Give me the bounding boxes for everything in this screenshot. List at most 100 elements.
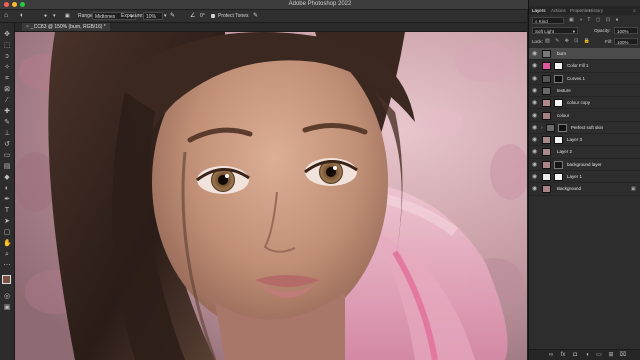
layer-row-perfect-soft-skin[interactable]: ◉ › Perfect soft skin [529, 122, 640, 135]
eraser-tool-icon[interactable]: ▭ [3, 152, 11, 160]
visibility-eye-icon[interactable]: ◉ [532, 100, 538, 106]
more-tools-icon[interactable]: ⋯ [3, 262, 11, 270]
chevron-down-icon: ▾ [572, 29, 575, 34]
dodge-tool-icon[interactable]: ◐ [3, 185, 11, 193]
clone-stamp-tool-icon[interactable]: ⊥ [3, 130, 11, 138]
visibility-eye-icon[interactable]: ◉ [532, 63, 538, 69]
brush-size-chevron-icon[interactable]: ▾ [53, 10, 56, 22]
protect-tones-checkbox[interactable] [211, 14, 215, 18]
layer-mask-thumbnail [554, 173, 563, 181]
healing-tool-icon[interactable]: ✚ [3, 108, 11, 116]
document-tab[interactable]: × _CC83 @ 150% (burn, RGB/16) * [22, 23, 110, 31]
options-bar: ⌂ ◐ ● ▾ ▣ Range: Midtones ▾ Exposure: 10… [0, 10, 527, 23]
tab-layers[interactable]: Layers [532, 6, 546, 15]
history-brush-tool-icon[interactable]: ↺ [3, 141, 11, 149]
quick-select-tool-icon[interactable]: ✧ [3, 64, 11, 72]
home-icon[interactable]: ⌂ [4, 10, 8, 22]
move-tool-icon[interactable]: ✥ [3, 31, 11, 39]
folder-icon[interactable]: ▭ [595, 351, 603, 359]
layer-mask-thumbnail [554, 136, 563, 145]
visibility-eye-icon[interactable]: ◉ [532, 186, 538, 192]
hand-tool-icon[interactable]: ✋ [3, 240, 12, 248]
visibility-eye-icon[interactable]: ◉ [532, 125, 538, 131]
dodge-tool-icon[interactable]: ◐ [20, 10, 24, 22]
gradient-tool-icon[interactable]: ▤ [3, 163, 11, 171]
document-tab-bar: × _CC83 @ 150% (burn, RGB/16) * [0, 23, 527, 32]
filter-icons[interactable]: ▣ ◑ T ▢ ⊡ ● [569, 17, 621, 24]
search-icon: ⌕ [535, 19, 538, 24]
airbrush-icon[interactable]: ✎ [170, 10, 175, 22]
layer-row-colour[interactable]: ◉ colour [529, 110, 640, 122]
tab-history[interactable]: History [589, 6, 603, 15]
mask-icon[interactable]: ◘ [571, 351, 579, 359]
layer-row-texture[interactable]: ◉ texture [529, 85, 640, 98]
visibility-eye-icon[interactable]: ◉ [532, 162, 538, 168]
lock-icons[interactable]: ▨ ✎ ✥ ⊡ 🔒 [545, 38, 592, 45]
quick-mask-icon[interactable]: ◎ [3, 293, 11, 301]
layer-row-layer-1[interactable]: ◉ Layer 1 [529, 171, 640, 184]
visibility-eye-icon[interactable]: ◉ [532, 51, 538, 57]
exposure-label: Exposure: [121, 13, 144, 19]
layer-row-background[interactable]: ◉ Background ▣ [529, 183, 640, 196]
layers-list: ◉ burn ◉ Color Fill 1 ◉ Curves 1 ◉ textu… [529, 48, 640, 208]
angle-value[interactable]: 0° [200, 10, 205, 22]
layer-thumbnail [542, 99, 551, 108]
document-canvas[interactable] [15, 32, 527, 360]
layer-row-burn[interactable]: ◉ burn [529, 48, 640, 61]
layer-row-color-fill-1[interactable]: ◉ Color Fill 1 [529, 60, 640, 73]
toolbar: ✥ ⬚ ↄ ✧ ⌗ ⊠ ⁄ ✚ ✎ ⊥ ↺ ▭ ▤ ◆ ◐ ✒ T ➤ ▢ ✋ … [0, 23, 15, 360]
trash-icon[interactable]: ⌧ [619, 351, 627, 359]
marquee-tool-icon[interactable]: ⬚ [3, 42, 11, 50]
brush-preset-icon[interactable]: ● [44, 10, 47, 22]
visibility-eye-icon[interactable]: ◉ [532, 149, 538, 155]
exposure-input[interactable]: 10% [143, 12, 163, 20]
angle-icon[interactable]: ∠ [190, 10, 195, 22]
blur-tool-icon[interactable]: ◆ [3, 174, 11, 182]
visibility-eye-icon[interactable]: ◉ [532, 137, 538, 143]
folder-icon [546, 123, 555, 132]
tab-properties[interactable]: Properties [570, 6, 591, 15]
exposure-chevron-icon[interactable]: ▾ [164, 10, 167, 22]
layers-panel: Layers Actions Properties History ≡ ⌕ Ki… [528, 0, 640, 360]
foreground-color-swatch[interactable] [2, 275, 11, 284]
link-icon[interactable]: ∞ [547, 351, 555, 359]
chevron-right-icon[interactable]: › [541, 122, 543, 134]
crop-tool-icon[interactable]: ⌗ [3, 75, 11, 83]
layer-row-background-layer[interactable]: ◉ background layer [529, 159, 640, 171]
new-layer-icon[interactable]: ⊞ [607, 351, 615, 359]
layer-row-colour-copy[interactable]: ◉ colour copy [529, 97, 640, 110]
type-tool-icon[interactable]: T [3, 207, 11, 215]
blend-mode-select[interactable]: Soft Light ▾ [532, 27, 578, 34]
layer-filter-select[interactable]: ⌕ Kind [532, 17, 564, 24]
lasso-tool-icon[interactable]: ↄ [3, 53, 11, 61]
layer-mask-thumbnail [554, 62, 563, 71]
visibility-eye-icon[interactable]: ◉ [532, 76, 538, 82]
brush-settings-icon[interactable]: ▣ [65, 10, 70, 22]
frame-tool-icon[interactable]: ⊠ [3, 86, 11, 94]
adjustment-icon[interactable]: ◑ [583, 351, 591, 359]
pressure-icon[interactable]: ✎ [253, 10, 258, 22]
layer-thumbnail [542, 111, 551, 120]
path-select-tool-icon[interactable]: ➤ [3, 218, 11, 226]
layer-mask-thumbnail [554, 74, 563, 83]
visibility-eye-icon[interactable]: ◉ [532, 88, 538, 94]
tab-actions[interactable]: Actions [551, 6, 566, 15]
pen-tool-icon[interactable]: ✒ [3, 196, 11, 204]
panel-menu-icon[interactable]: ≡ [633, 6, 636, 15]
opacity-input[interactable]: 100% [614, 27, 638, 34]
visibility-eye-icon[interactable]: ◉ [532, 113, 538, 119]
shape-tool-icon[interactable]: ▢ [3, 229, 11, 237]
layer-row-layer-3[interactable]: ◉ Layer 3 [529, 134, 640, 147]
layer-row-curves-1[interactable]: ◉ Curves 1 [529, 73, 640, 85]
lock-label: Lock: [532, 39, 543, 44]
close-tab-icon[interactable]: × [26, 24, 29, 30]
brush-tool-icon[interactable]: ✎ [3, 119, 11, 127]
fill-input[interactable]: 100% [614, 38, 638, 45]
eyedropper-tool-icon[interactable]: ⁄ [3, 97, 11, 105]
layer-row-layer-2[interactable]: ◉ Layer 2 [529, 146, 640, 159]
screen-mode-icon[interactable]: ▣ [3, 304, 11, 312]
fx-icon[interactable]: fx [559, 351, 567, 359]
layer-mask-thumbnail [554, 99, 563, 108]
visibility-eye-icon[interactable]: ◉ [532, 174, 538, 180]
zoom-tool-icon[interactable]: ⌕ [3, 251, 11, 259]
